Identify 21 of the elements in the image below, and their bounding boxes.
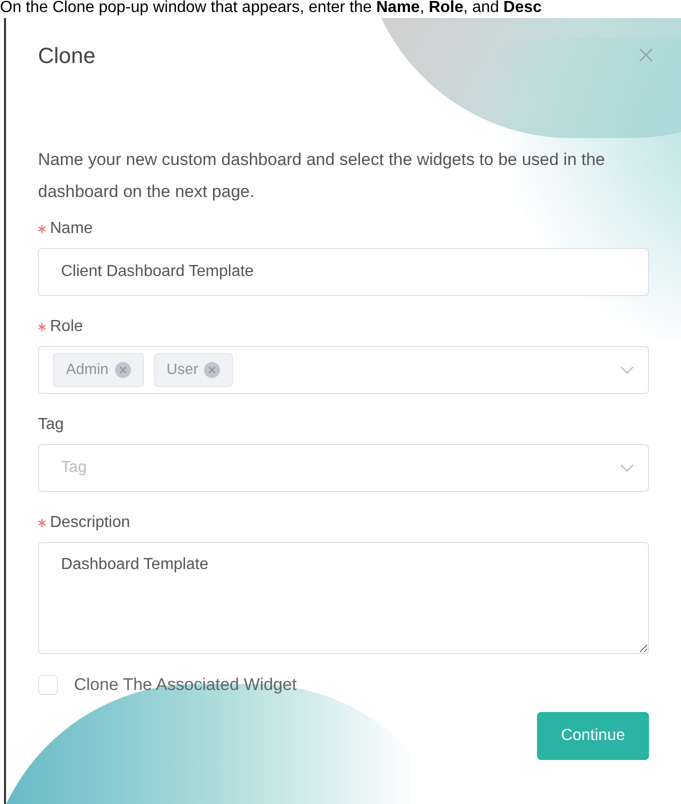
role-tag: Admin — [53, 353, 144, 387]
field-label: Role — [50, 317, 83, 337]
instruction-text: On the Clone pop-up window that appears, enter the Name, Role, and Desc — [0, 0, 543, 18]
checkbox[interactable] — [38, 674, 58, 695]
field-label: Description — [50, 513, 130, 533]
dialog-title: Clone — [38, 42, 96, 70]
chevron-down-icon — [620, 464, 634, 472]
description-textarea[interactable]: Dashboard Template — [38, 542, 649, 654]
remove-tag-icon[interactable] — [114, 362, 131, 378]
chevron-down-icon — [620, 366, 634, 374]
field-label: Name — [50, 219, 93, 239]
tag-select[interactable]: Tag — [38, 444, 649, 492]
continue-button[interactable]: Continue — [536, 712, 649, 760]
intro-text: Name your new custom dashboard and select the widgets to be used in the dashboard on the next page. — [38, 149, 606, 203]
role-tag: User — [154, 353, 234, 387]
field-label: Tag — [38, 415, 64, 435]
close-icon[interactable] — [639, 48, 653, 62]
name-input[interactable]: Client Dashboard Template — [38, 248, 649, 296]
role-select[interactable]: Admin User — [38, 346, 649, 394]
remove-tag-icon[interactable] — [204, 362, 220, 378]
tag-placeholder: Tag — [61, 458, 87, 478]
